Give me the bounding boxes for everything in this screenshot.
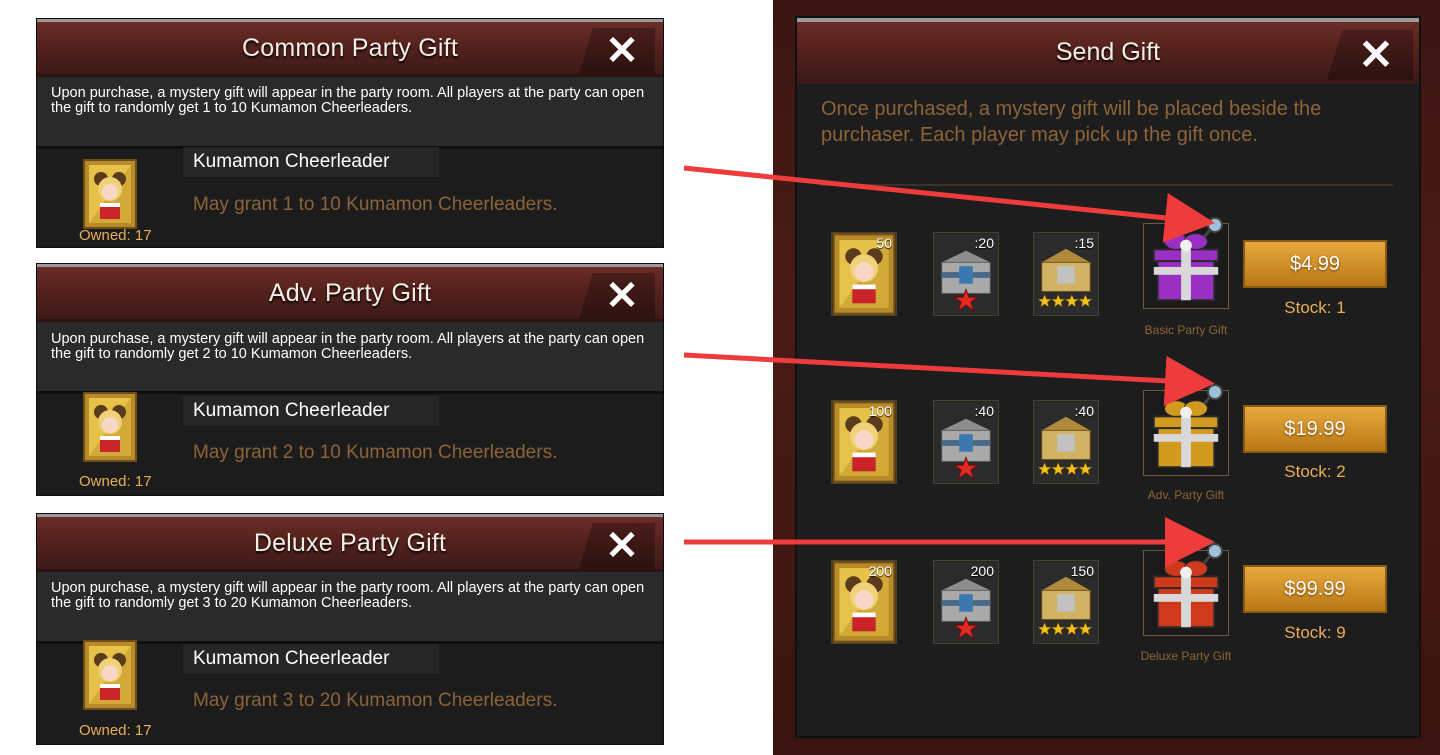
- gift-label: Basic Party Gift: [1144, 323, 1228, 337]
- close-icon: ✕: [605, 29, 639, 73]
- magnify-icon[interactable]: [1203, 216, 1225, 238]
- panel-header: Common Party Gift ✕: [37, 19, 663, 77]
- slot-quantity: 200: [970, 563, 994, 579]
- magnify-icon[interactable]: [1203, 383, 1225, 405]
- panel-title: Common Party Gift: [242, 34, 458, 62]
- stock-text: Stock: 9: [1284, 623, 1346, 642]
- reward-slot-silver-chest[interactable]: :40: [933, 400, 999, 484]
- slot-quantity: :20: [974, 235, 994, 251]
- panel-description: Upon purchase, a mystery gift will appea…: [37, 77, 663, 149]
- reward-slot-cheerleader[interactable]: 200: [831, 560, 897, 644]
- adv-party-gift-panel: Adv. Party Gift ✕ Upon purchase, a myste…: [36, 263, 664, 496]
- send-gift-dialog: Send Gift ✕ Once purchased, a mystery gi…: [795, 16, 1421, 738]
- slot-quantity: 200: [868, 563, 892, 579]
- reward-slot-cheerleader[interactable]: 100: [831, 400, 897, 484]
- reward-slot-silver-chest[interactable]: :20: [933, 232, 999, 316]
- panel-header: Deluxe Party Gift ✕: [37, 514, 663, 572]
- buy-button[interactable]: $19.99: [1243, 405, 1387, 453]
- owned-count: Owned: 17: [79, 227, 152, 244]
- grant-text: May grant 2 to 10 Kumamon Cheerleaders.: [193, 442, 558, 463]
- gift-label: Adv. Party Gift: [1147, 488, 1225, 502]
- panel-title: Adv. Party Gift: [268, 279, 432, 307]
- panel-title: Deluxe Party Gift: [253, 529, 447, 557]
- close-icon: ✕: [605, 274, 639, 318]
- owned-count: Owned: 17: [79, 722, 152, 739]
- dialog-title: Send Gift: [1055, 38, 1161, 66]
- item-name: Kumamon Cheerleader: [183, 396, 439, 426]
- reward-slot-gold-chest[interactable]: :15: [1033, 232, 1099, 316]
- panel-header: Adv. Party Gift ✕: [37, 264, 663, 322]
- slot-quantity: :15: [1074, 235, 1094, 251]
- deluxe-party-gift-panel: Deluxe Party Gift ✕ Upon purchase, a mys…: [36, 513, 664, 745]
- stock-text: Stock: 2: [1284, 462, 1346, 481]
- slot-quantity: :40: [974, 403, 994, 419]
- cheerleader-portrait-icon[interactable]: [83, 159, 137, 229]
- panel-description: Upon purchase, a mystery gift will appea…: [37, 322, 663, 394]
- buy-button[interactable]: $99.99: [1243, 565, 1387, 613]
- reward-slot-silver-chest[interactable]: 200: [933, 560, 999, 644]
- reward-slot-cheerleader[interactable]: 50: [831, 232, 897, 316]
- slot-quantity: 50: [876, 235, 892, 251]
- item-name: Kumamon Cheerleader: [183, 644, 439, 674]
- slot-quantity: :40: [1074, 403, 1094, 419]
- divider: [821, 184, 1393, 186]
- cheerleader-portrait-icon[interactable]: [83, 392, 137, 462]
- dialog-description: Once purchased, a mystery gift will be p…: [821, 98, 1322, 146]
- dialog-header: Send Gift ✕: [797, 18, 1419, 84]
- cheerleader-portrait-icon[interactable]: [83, 640, 137, 710]
- magnify-icon[interactable]: [1203, 542, 1225, 564]
- send-gift-background: Send Gift ✕ Once purchased, a mystery gi…: [773, 0, 1440, 755]
- common-party-gift-panel: Common Party Gift ✕ Upon purchase, a mys…: [36, 18, 664, 248]
- owned-count: Owned: 17: [79, 473, 152, 490]
- stock-text: Stock: 1: [1284, 298, 1346, 317]
- grant-text: May grant 1 to 10 Kumamon Cheerleaders.: [193, 194, 558, 215]
- gift-label: Deluxe Party Gift: [1140, 649, 1232, 663]
- item-name: Kumamon Cheerleader: [183, 147, 439, 177]
- slot-quantity: 150: [1070, 563, 1094, 579]
- close-icon: ✕: [1358, 31, 1394, 78]
- grant-text: May grant 3 to 20 Kumamon Cheerleaders.: [193, 690, 558, 711]
- reward-slot-gold-chest[interactable]: 150: [1033, 560, 1099, 644]
- panel-description: Upon purchase, a mystery gift will appea…: [37, 572, 663, 644]
- slot-quantity: 100: [868, 403, 892, 419]
- buy-button[interactable]: $4.99: [1243, 240, 1387, 288]
- reward-slot-gold-chest[interactable]: :40: [1033, 400, 1099, 484]
- close-icon: ✕: [605, 524, 639, 568]
